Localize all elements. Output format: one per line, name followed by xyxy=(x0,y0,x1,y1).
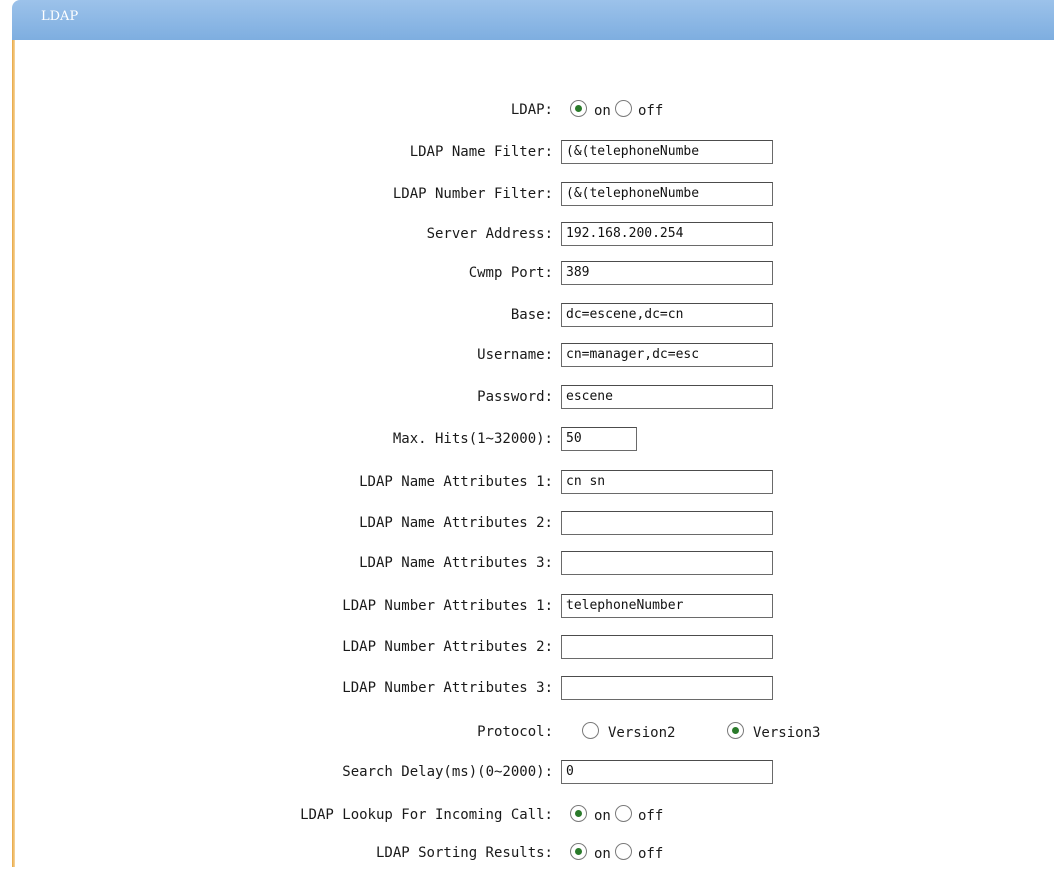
protocol-version3-label: Version3 xyxy=(753,725,821,741)
row-number-attr1: LDAP Number Attributes 1: telephoneNumbe… xyxy=(12,591,1054,623)
number-attr2-input[interactable] xyxy=(561,635,773,659)
row-lookup-incoming: LDAP Lookup For Incoming Call: on off xyxy=(12,800,1054,832)
sorting-results-off-label: off xyxy=(638,846,664,862)
password-input[interactable]: escene xyxy=(561,385,773,409)
row-name-filter: LDAP Name Filter: (&(telephoneNumbe xyxy=(12,137,1054,169)
sorting-results-on-label: on xyxy=(594,846,611,862)
name-attr1-input[interactable]: cn sn xyxy=(561,470,773,494)
panel-title: LDAP xyxy=(41,9,79,24)
server-address-input[interactable]: 192.168.200.254 xyxy=(561,222,773,246)
radio-selected-dot xyxy=(732,727,739,734)
row-cwmp-port: Cwmp Port: 389 xyxy=(12,258,1054,290)
protocol-version3-radio[interactable] xyxy=(727,722,744,739)
search-delay-label: Search Delay(ms)(0~2000): xyxy=(342,764,553,780)
password-label: Password: xyxy=(477,389,553,405)
row-number-attr3: LDAP Number Attributes 3: xyxy=(12,673,1054,705)
number-filter-label: LDAP Number Filter: xyxy=(392,186,553,202)
username-input[interactable]: cn=manager,dc=esc xyxy=(561,343,773,367)
sorting-results-label: LDAP Sorting Results: xyxy=(375,845,553,861)
name-attr2-label: LDAP Name Attributes 2: xyxy=(359,515,553,531)
lookup-incoming-off-label: off xyxy=(638,808,664,824)
row-base: Base: dc=escene,dc=cn xyxy=(12,300,1054,332)
base-label: Base: xyxy=(510,307,553,323)
username-label: Username: xyxy=(477,347,553,363)
radio-selected-dot xyxy=(575,105,582,112)
lookup-incoming-on-radio[interactable] xyxy=(570,805,587,822)
number-attr2-label: LDAP Number Attributes 2: xyxy=(342,639,553,655)
cwmp-port-label: Cwmp Port: xyxy=(468,265,553,281)
number-attr1-input[interactable]: telephoneNumber xyxy=(561,594,773,618)
name-attr3-label: LDAP Name Attributes 3: xyxy=(359,555,553,571)
row-password: Password: escene xyxy=(12,382,1054,414)
search-delay-input[interactable]: 0 xyxy=(561,760,773,784)
ldap-label: LDAP: xyxy=(510,102,553,118)
sorting-results-on-radio[interactable] xyxy=(570,843,587,860)
row-protocol: Protocol: Version2 Version3 xyxy=(12,717,1054,749)
radio-selected-dot xyxy=(575,810,582,817)
base-input[interactable]: dc=escene,dc=cn xyxy=(561,303,773,327)
row-number-filter: LDAP Number Filter: (&(telephoneNumbe xyxy=(12,179,1054,211)
panel-header: LDAP xyxy=(12,0,1054,40)
number-filter-input[interactable]: (&(telephoneNumbe xyxy=(561,182,773,206)
row-ldap: LDAP: on off xyxy=(12,95,1054,127)
name-attr1-label: LDAP Name Attributes 1: xyxy=(359,474,553,490)
ldap-off-radio[interactable] xyxy=(615,100,632,117)
row-search-delay: Search Delay(ms)(0~2000): 0 xyxy=(12,757,1054,789)
sorting-results-off-radio[interactable] xyxy=(615,843,632,860)
row-name-attr2: LDAP Name Attributes 2: xyxy=(12,508,1054,540)
protocol-label: Protocol: xyxy=(477,724,553,740)
max-hits-input[interactable]: 50 xyxy=(561,427,637,451)
radio-selected-dot xyxy=(575,848,582,855)
lookup-incoming-label: LDAP Lookup For Incoming Call: xyxy=(300,807,553,823)
max-hits-label: Max. Hits(1~32000): xyxy=(392,431,553,447)
number-attr3-label: LDAP Number Attributes 3: xyxy=(342,680,553,696)
lookup-incoming-off-radio[interactable] xyxy=(615,805,632,822)
name-filter-input[interactable]: (&(telephoneNumbe xyxy=(561,140,773,164)
row-max-hits: Max. Hits(1~32000): 50 xyxy=(12,424,1054,456)
row-name-attr1: LDAP Name Attributes 1: cn sn xyxy=(12,467,1054,499)
number-attr1-label: LDAP Number Attributes 1: xyxy=(342,598,553,614)
name-attr3-input[interactable] xyxy=(561,551,773,575)
server-address-label: Server Address: xyxy=(426,226,553,242)
ldap-panel: LDAP LDAP: on off LDAP Name Filter: (&(t… xyxy=(12,0,1054,867)
row-username: Username: cn=manager,dc=esc xyxy=(12,340,1054,372)
row-server-address: Server Address: 192.168.200.254 xyxy=(12,219,1054,251)
ldap-on-label: on xyxy=(594,103,611,119)
row-sorting-results: LDAP Sorting Results: on off xyxy=(12,838,1054,870)
number-attr3-input[interactable] xyxy=(561,676,773,700)
name-attr2-input[interactable] xyxy=(561,511,773,535)
row-number-attr2: LDAP Number Attributes 2: xyxy=(12,632,1054,664)
ldap-off-label: off xyxy=(638,103,664,119)
cwmp-port-input[interactable]: 389 xyxy=(561,261,773,285)
name-filter-label: LDAP Name Filter: xyxy=(409,144,553,160)
lookup-incoming-on-label: on xyxy=(594,808,611,824)
protocol-version2-label: Version2 xyxy=(608,725,676,741)
row-name-attr3: LDAP Name Attributes 3: xyxy=(12,548,1054,580)
protocol-version2-radio[interactable] xyxy=(582,722,599,739)
ldap-on-radio[interactable] xyxy=(570,100,587,117)
